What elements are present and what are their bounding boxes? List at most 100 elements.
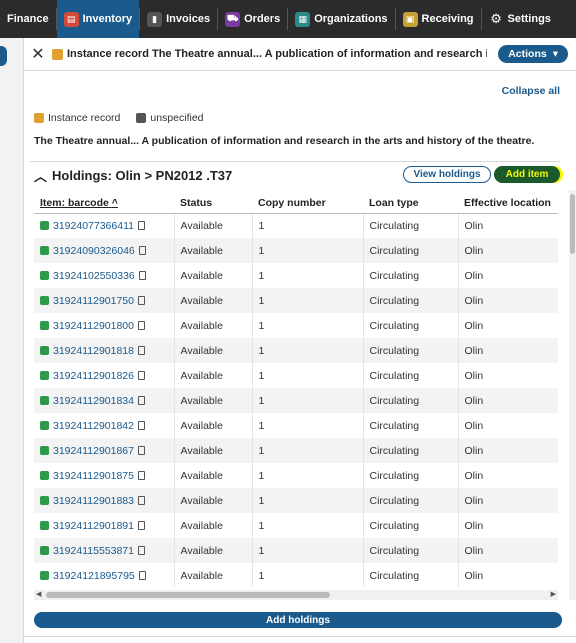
actions-button[interactable]: Actions ▾ — [498, 45, 568, 63]
barcode-link[interactable]: 31924102550336 — [53, 270, 135, 282]
barcode-cell[interactable]: 31924112901842 — [34, 413, 175, 438]
add-holdings-button[interactable]: Add holdings — [34, 612, 562, 628]
copy-icon[interactable] — [137, 445, 145, 455]
barcode-cell[interactable]: 31924102550336 — [34, 263, 175, 288]
table-row[interactable]: 31924115553871 Available 1 Circulating Olin — [34, 538, 558, 563]
table-row[interactable]: 31924112901826 Available 1 Circulating Olin — [34, 363, 558, 388]
copy-icon[interactable] — [137, 320, 145, 330]
barcode-cell[interactable]: 31924121895795 — [34, 563, 175, 587]
table-row[interactable]: 31924112901842 Available 1 Circulating Olin — [34, 413, 558, 438]
holdings-accordion-header[interactable]: ︿ Holdings: Olin > PN2012 .T37 — [34, 166, 232, 185]
barcode-link[interactable]: 31924090326046 — [53, 245, 135, 257]
column-header-effective-location[interactable]: Effective location — [458, 193, 558, 214]
scroll-left-icon[interactable]: ◀ — [36, 590, 41, 598]
barcode-link[interactable]: 31924077366411 — [53, 220, 134, 232]
vertical-scrollbar[interactable] — [569, 190, 576, 600]
copy-icon[interactable] — [137, 420, 145, 430]
table-row[interactable]: 31924121895795 Available 1 Circulating Olin — [34, 563, 558, 587]
copy-icon[interactable] — [138, 245, 146, 255]
column-header-barcode[interactable]: Item: barcode ^ — [34, 193, 174, 214]
loan-type-cell: Circulating — [363, 338, 459, 363]
barcode-link[interactable]: 31924112901891 — [53, 520, 134, 532]
view-holdings-button[interactable]: View holdings — [403, 166, 491, 183]
barcode-link[interactable]: 31924112901800 — [53, 320, 134, 332]
barcode-cell[interactable]: 31924112901800 — [34, 313, 175, 338]
items-table: Item: barcode ^ Status Copy number Loan … — [34, 193, 558, 587]
copy-icon[interactable] — [137, 370, 145, 380]
copy-icon[interactable] — [137, 345, 145, 355]
barcode-cell[interactable]: 31924077366411 — [34, 213, 175, 238]
barcode-cell[interactable]: 31924112901875 — [34, 463, 175, 488]
loan-type-cell: Circulating — [363, 438, 459, 463]
nav-finance[interactable]: Finance — [0, 0, 56, 38]
table-row[interactable]: 31924112901875 Available 1 Circulating Olin — [34, 463, 558, 488]
barcode-cell[interactable]: 31924112901826 — [34, 363, 175, 388]
gear-icon: ⚙ — [490, 11, 502, 26]
barcode-link[interactable]: 31924121895795 — [53, 570, 135, 582]
nav-settings[interactable]: ⚙ Settings — [482, 0, 558, 38]
close-icon[interactable]: ✕ — [26, 44, 50, 64]
copy-icon[interactable] — [137, 520, 145, 530]
column-header-copy-number[interactable]: Copy number — [252, 193, 363, 214]
barcode-link[interactable]: 31924112901875 — [53, 470, 134, 482]
table-row[interactable]: 31924090326046 Available 1 Circulating Olin — [34, 238, 558, 263]
table-row[interactable]: 31924112901883 Available 1 Circulating Olin — [34, 488, 558, 513]
copy-icon[interactable] — [138, 570, 146, 580]
location-cell: Olin — [458, 263, 558, 288]
copy-icon[interactable] — [138, 270, 146, 280]
copy-icon[interactable] — [137, 395, 145, 405]
copy-icon[interactable] — [137, 495, 145, 505]
scrollbar-thumb[interactable] — [46, 592, 330, 598]
status-cell: Available — [174, 488, 253, 513]
copy-icon[interactable] — [137, 295, 145, 305]
organizations-icon: ▦ — [295, 11, 311, 27]
location-cell: Olin — [458, 563, 558, 587]
loan-type-cell: Circulating — [363, 213, 459, 238]
table-row[interactable]: 31924077366411 Available 1 Circulating Olin — [34, 213, 558, 238]
table-row[interactable]: 31924112901818 Available 1 Circulating Olin — [34, 338, 558, 363]
barcode-cell[interactable]: 31924112901818 — [34, 338, 175, 363]
add-item-button[interactable]: Add item — [494, 166, 560, 183]
barcode-link[interactable]: 31924112901834 — [53, 395, 134, 407]
column-header-status[interactable]: Status — [174, 193, 252, 214]
nav-inventory[interactable]: ▤ Inventory — [56, 0, 140, 38]
horizontal-scrollbar[interactable]: ◀ ▶ — [34, 590, 558, 600]
record-title: Instance record The Theatre annual... A … — [67, 48, 487, 60]
barcode-cell[interactable]: 31924112901834 — [34, 388, 175, 413]
barcode-cell[interactable]: 31924112901891 — [34, 513, 175, 538]
table-row[interactable]: 31924112901750 Available 1 Circulating Olin — [34, 288, 558, 313]
expand-pane-handle[interactable] — [0, 46, 7, 66]
copy-number-cell: 1 — [252, 463, 364, 488]
collapse-all-link[interactable]: Collapse all — [502, 85, 560, 97]
barcode-link[interactable]: 31924112901826 — [53, 370, 134, 382]
barcode-cell[interactable]: 31924090326046 — [34, 238, 175, 263]
table-row[interactable]: 31924112901891 Available 1 Circulating Olin — [34, 513, 558, 538]
table-row[interactable]: 31924112901800 Available 1 Circulating Olin — [34, 313, 558, 338]
barcode-link[interactable]: 31924112901750 — [53, 295, 134, 307]
nav-invoices[interactable]: ▮ Invoices — [140, 0, 217, 38]
status-cell: Available — [174, 238, 253, 263]
copy-icon[interactable] — [137, 545, 145, 555]
scroll-right-icon[interactable]: ▶ — [551, 590, 556, 598]
copy-icon[interactable] — [137, 470, 145, 480]
available-icon — [40, 245, 49, 255]
barcode-link[interactable]: 31924112901818 — [53, 345, 134, 357]
table-row[interactable]: 31924112901867 Available 1 Circulating Olin — [34, 438, 558, 463]
barcode-cell[interactable]: 31924115553871 — [34, 538, 175, 563]
barcode-link[interactable]: 31924112901867 — [53, 445, 134, 457]
nav-receiving[interactable]: ▣ Receiving — [396, 0, 481, 38]
column-header-loan-type[interactable]: Loan type — [363, 193, 458, 214]
nav-orders[interactable]: ⛟ Orders — [218, 0, 287, 38]
location-cell: Olin — [458, 238, 558, 263]
table-row[interactable]: 31924102550336 Available 1 Circulating Olin — [34, 263, 558, 288]
scrollbar-thumb[interactable] — [570, 194, 575, 254]
barcode-link[interactable]: 31924112901842 — [53, 420, 134, 432]
barcode-cell[interactable]: 31924112901867 — [34, 438, 175, 463]
barcode-link[interactable]: 31924115553871 — [53, 545, 134, 557]
barcode-link[interactable]: 31924112901883 — [53, 495, 134, 507]
nav-organizations[interactable]: ▦ Organizations — [288, 0, 394, 38]
barcode-cell[interactable]: 31924112901750 — [34, 288, 175, 313]
table-row[interactable]: 31924112901834 Available 1 Circulating Olin — [34, 388, 558, 413]
copy-icon[interactable] — [137, 220, 145, 230]
barcode-cell[interactable]: 31924112901883 — [34, 488, 175, 513]
